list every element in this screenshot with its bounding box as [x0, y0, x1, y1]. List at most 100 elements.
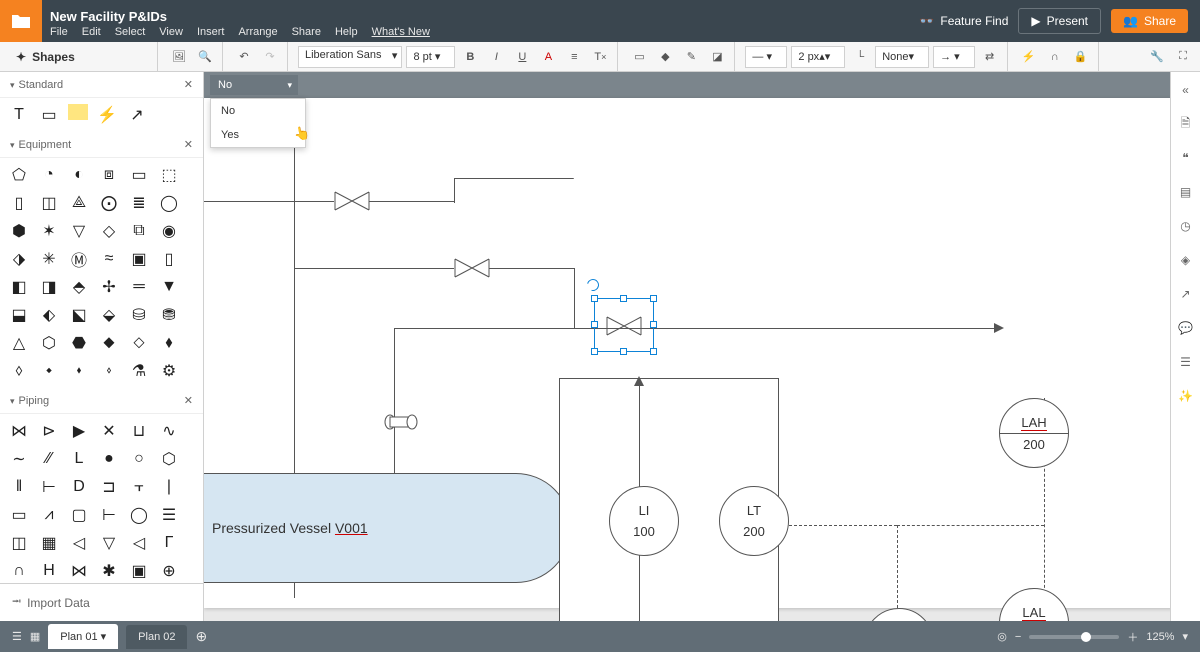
shape-flask[interactable]: ⚗	[128, 360, 150, 382]
shape-check[interactable]: ⊳	[38, 420, 60, 442]
resize-handle[interactable]	[620, 348, 627, 355]
shape-x[interactable]: ✕	[98, 420, 120, 442]
instrument-lt[interactable]: LT 200	[719, 486, 789, 556]
resize-handle[interactable]	[650, 348, 657, 355]
shape-bar[interactable]: ‖	[8, 476, 30, 498]
document-title[interactable]: New Facility P&IDs	[50, 9, 911, 24]
shape-mixer[interactable]: ✶	[38, 220, 60, 242]
instrument-lic[interactable]: LIC 200	[864, 608, 934, 621]
shape-sep[interactable]: ⧉	[128, 220, 150, 242]
shape-sine[interactable]: ∼	[8, 448, 30, 470]
shape-conv[interactable]: ═	[128, 276, 150, 298]
zoom-level[interactable]: 125%	[1146, 631, 1174, 643]
shape-reactor[interactable]: ⬢	[8, 220, 30, 242]
resize-handle[interactable]	[591, 348, 598, 355]
menu-edit[interactable]: Edit	[82, 26, 101, 38]
shape-blower[interactable]: ◐	[68, 164, 90, 186]
shape-d[interactable]: D	[68, 476, 90, 498]
close-icon[interactable]: ✕	[184, 78, 193, 91]
rotate-handle[interactable]	[585, 277, 601, 293]
menu-select[interactable]: Select	[115, 26, 146, 38]
fill-icon[interactable]: ◆	[654, 46, 676, 68]
shape-tri[interactable]: ◁	[68, 532, 90, 554]
drawing-page[interactable]: Pressurized Vessel V001 LI 100 LT 200	[204, 98, 1170, 608]
resize-handle[interactable]	[591, 295, 598, 302]
shadow-icon[interactable]: ◪	[706, 46, 728, 68]
shape-compressor[interactable]: ◔	[38, 164, 60, 186]
resize-handle[interactable]	[650, 321, 657, 328]
panel-equipment-header[interactable]: ▾Equipment ✕	[0, 132, 203, 158]
chat-icon[interactable]: 💬	[1176, 318, 1196, 338]
menu-insert[interactable]: Insert	[197, 26, 225, 38]
shape-cyl[interactable]: ▭	[8, 504, 30, 526]
panel-standard-header[interactable]: ▾Standard ✕	[0, 72, 203, 98]
shape-rect-icon[interactable]: ▭	[628, 46, 650, 68]
shape-eq10[interactable]: ⬨	[8, 360, 30, 382]
shape-valve[interactable]: ⋈	[8, 420, 30, 442]
shape-lt[interactable]: ◁	[128, 532, 150, 554]
history-icon[interactable]: ◷	[1176, 216, 1196, 236]
context-option-yes[interactable]: Yes	[211, 123, 305, 147]
shape-pump[interactable]: ⬠	[8, 164, 30, 186]
shape-ln[interactable]: |	[158, 476, 180, 498]
shape-gm[interactable]: Γ	[158, 532, 180, 554]
wrench-icon[interactable]: 🔧	[1146, 46, 1168, 68]
export-icon[interactable]: ↗	[1176, 284, 1196, 304]
shape-text[interactable]: T	[8, 104, 30, 126]
magic-icon[interactable]: ✨	[1176, 386, 1196, 406]
shape-pi[interactable]: ∩	[8, 560, 30, 582]
shape-tower[interactable]: ▯	[8, 192, 30, 214]
shape-cooler[interactable]: ⨀	[98, 192, 120, 214]
shape-control[interactable]: ▶	[68, 420, 90, 442]
shape-drum[interactable]: ◯	[158, 192, 180, 214]
document-icon[interactable]: 🗎	[1176, 114, 1196, 134]
menu-share[interactable]: Share	[292, 26, 321, 38]
shape-eq3[interactable]: ⛃	[158, 304, 180, 326]
canvas[interactable]: No No Yes 👆	[204, 72, 1170, 621]
gate-valve-2[interactable]	[454, 258, 490, 278]
shape-pump2[interactable]: ◉	[158, 220, 180, 242]
shape-heater[interactable]: ⟁	[68, 192, 90, 214]
shape-filter[interactable]: ▽	[68, 220, 90, 242]
text-color-icon[interactable]: A	[537, 46, 559, 68]
shape-turb[interactable]: ⬗	[8, 248, 30, 270]
shape-cap[interactable]: ⊢	[38, 476, 60, 498]
add-page-icon[interactable]: ⊕	[195, 628, 207, 645]
arrow-start-select[interactable]: None ▾	[875, 46, 929, 68]
underline-icon[interactable]: U	[511, 46, 533, 68]
shape-eq9[interactable]: ⬧	[158, 332, 180, 354]
page-tab-2[interactable]: Plan 02	[126, 625, 187, 649]
shape-bolt[interactable]: ⚡	[96, 104, 118, 126]
shape-cycl[interactable]: ◇	[98, 220, 120, 242]
fullscreen-icon[interactable]: ⛶	[1172, 46, 1194, 68]
shape-eq7[interactable]: ⬥	[98, 332, 120, 354]
shape-fan[interactable]: ✳	[38, 248, 60, 270]
shape-dryer[interactable]: ◧	[8, 276, 30, 298]
selected-valve[interactable]	[606, 316, 642, 336]
shape-zig[interactable]: ⩘	[38, 504, 60, 526]
undo-icon[interactable]: ↶	[233, 46, 255, 68]
close-icon[interactable]: ✕	[184, 394, 193, 407]
share-button[interactable]: 👥 Share	[1111, 9, 1188, 33]
shape-st[interactable]: ⬖	[38, 304, 60, 326]
shape-crsh[interactable]: ⬘	[68, 276, 90, 298]
slides-icon[interactable]: ▤	[1176, 182, 1196, 202]
menu-whats-new[interactable]: What's New	[372, 26, 430, 38]
shape-rect[interactable]: ▭	[38, 104, 60, 126]
line-style-select[interactable]: — ▾	[745, 46, 787, 68]
shape-eq1[interactable]: ⬙	[98, 304, 120, 326]
shape-col[interactable]: ▯	[158, 248, 180, 270]
import-data-button[interactable]: ⭲ Import Data	[0, 583, 203, 621]
border-icon[interactable]: ✎	[680, 46, 702, 68]
context-property-select[interactable]: No	[210, 75, 298, 95]
shape-dn[interactable]: ▽	[98, 532, 120, 554]
shape-eq6[interactable]: ⬣	[68, 332, 90, 354]
swap-ends-icon[interactable]: ⇄	[979, 46, 1001, 68]
shape-silo[interactable]: ⬓	[8, 304, 30, 326]
shape-cond[interactable]: ≈	[98, 248, 120, 270]
shape-exchanger[interactable]: ⧈	[98, 164, 120, 186]
search-icon[interactable]: 🔍	[194, 46, 216, 68]
shape-u[interactable]: ⊔	[128, 420, 150, 442]
view-grid-icon[interactable]: ▦	[30, 630, 40, 643]
shape-st2[interactable]: ✱	[98, 560, 120, 582]
